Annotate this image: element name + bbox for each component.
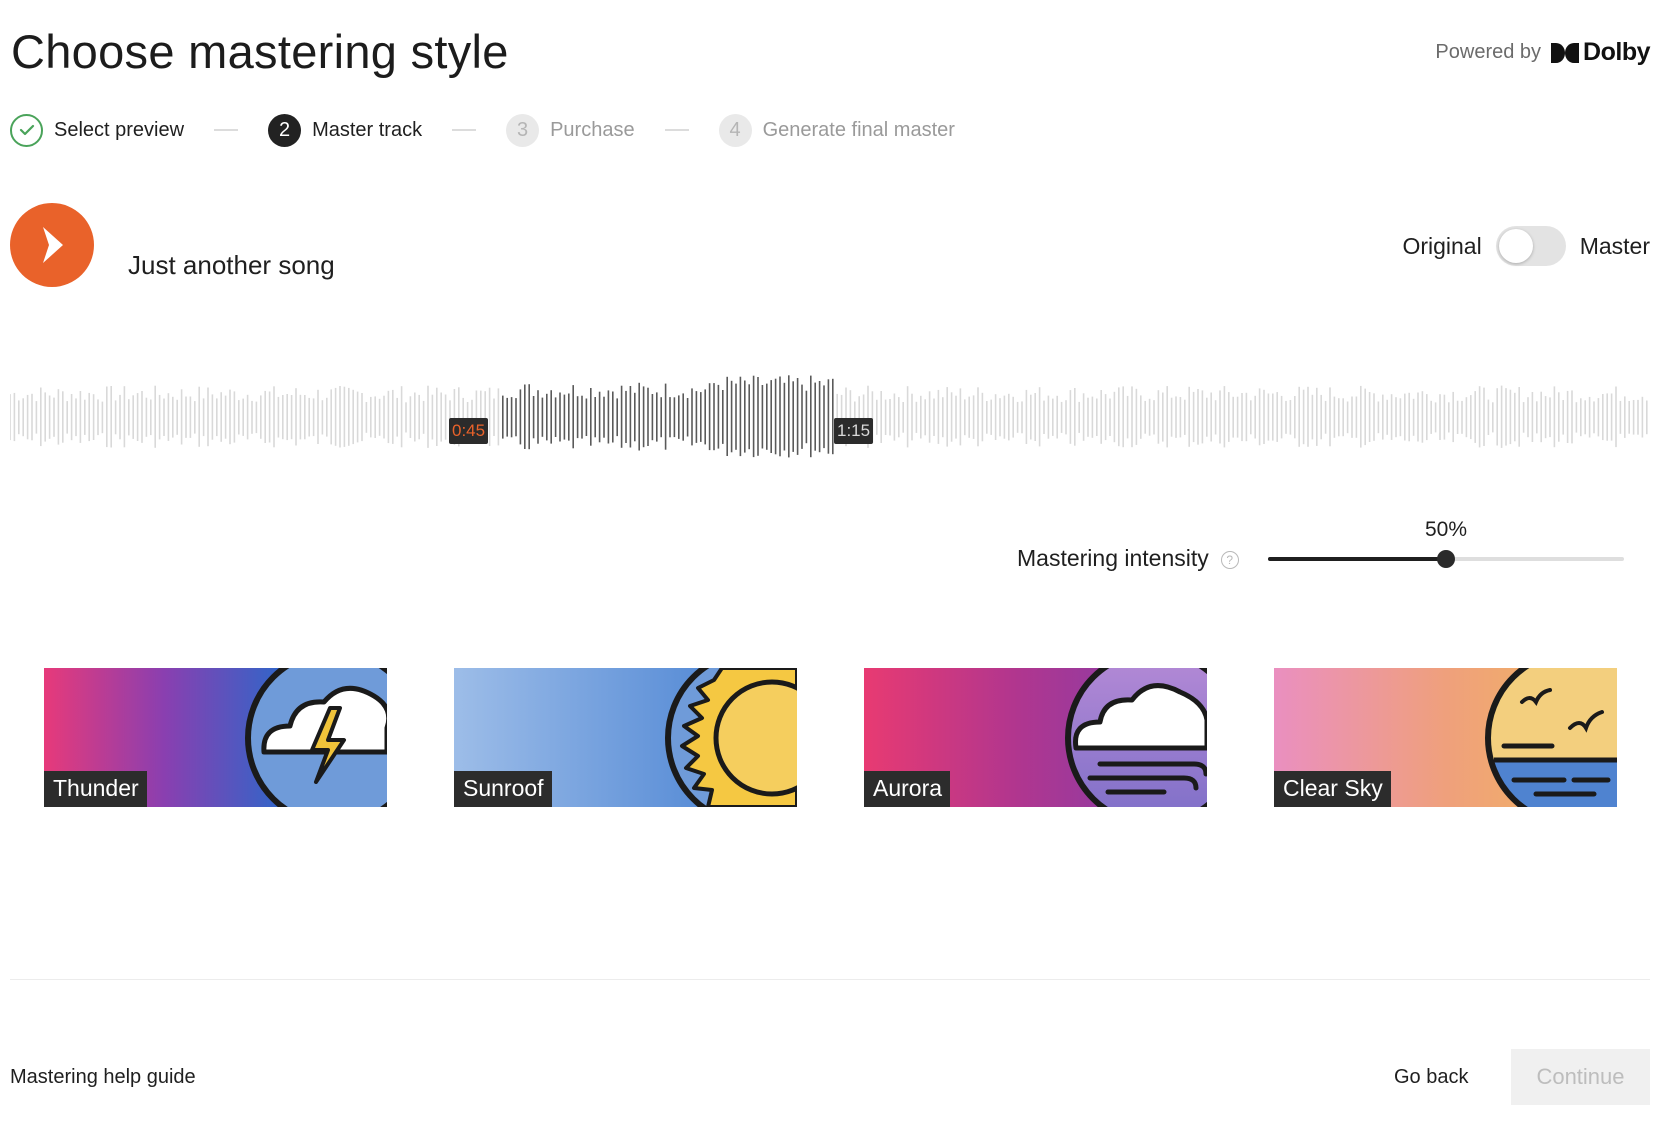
page-title: Choose mastering style <box>11 25 509 78</box>
step-label: Generate final master <box>762 118 955 141</box>
style-card-clear-sky[interactable]: Clear Sky <box>1274 668 1617 807</box>
style-label: Thunder <box>44 771 147 807</box>
play-icon <box>43 227 63 263</box>
selection-start-time[interactable]: 0:45 <box>449 418 489 444</box>
step-master-track[interactable]: 2 Master track <box>268 113 423 147</box>
dolby-logo: Dolby <box>1551 38 1650 67</box>
step-separator <box>452 129 477 131</box>
footer-divider <box>10 979 1650 980</box>
step-label: Master track <box>312 118 423 141</box>
check-icon <box>10 113 43 147</box>
intensity-label-group: Mastering intensity ? <box>1017 545 1239 572</box>
powered-by: Powered by Dolby <box>1435 38 1650 67</box>
step-number: 3 <box>506 113 540 147</box>
step-purchase: 3 Purchase <box>506 113 635 147</box>
help-guide-link[interactable]: Mastering help guide <box>10 1066 196 1089</box>
play-button[interactable] <box>10 203 94 287</box>
style-card-sunroof[interactable]: Sunroof <box>454 668 797 807</box>
step-label: Purchase <box>550 118 635 141</box>
style-card-aurora[interactable]: Aurora <box>864 668 1207 807</box>
original-master-toggle[interactable] <box>1495 226 1566 266</box>
toggle-label-master: Master <box>1579 232 1650 259</box>
intensity-slider[interactable] <box>1268 547 1624 571</box>
step-separator <box>664 129 689 131</box>
waveform[interactable] <box>10 358 1650 478</box>
original-master-toggle-group: Original Master <box>1402 226 1650 266</box>
step-separator <box>214 129 239 131</box>
mastering-styles: Thunder Sunroof Aurora Clear Sky <box>44 668 1617 807</box>
style-card-thunder[interactable]: Thunder <box>44 668 387 807</box>
go-back-button[interactable]: Go back <box>1394 1066 1468 1089</box>
style-label: Sunroof <box>454 771 552 807</box>
intensity-value: 50% <box>1425 518 1468 541</box>
powered-by-text: Powered by <box>1435 41 1542 63</box>
song-title: Just another song <box>128 250 335 280</box>
slider-fill <box>1268 557 1446 561</box>
step-generate-final-master: 4 Generate final master <box>718 113 955 147</box>
style-label: Clear Sky <box>1274 771 1391 807</box>
step-label: Select preview <box>54 118 185 141</box>
step-number: 2 <box>268 113 302 147</box>
toggle-label-original: Original <box>1402 232 1482 259</box>
style-label: Aurora <box>864 771 951 807</box>
step-select-preview[interactable]: Select preview <box>10 113 185 147</box>
slider-thumb[interactable] <box>1437 550 1455 568</box>
dolby-mark-icon <box>1551 42 1580 63</box>
stepper: Select preview 2 Master track 3 Purchase… <box>10 112 955 148</box>
dolby-wordmark: Dolby <box>1583 38 1650 66</box>
step-number: 4 <box>718 113 752 147</box>
help-icon[interactable]: ? <box>1220 551 1239 569</box>
continue-button[interactable]: Continue <box>1511 1049 1650 1105</box>
toggle-knob <box>1498 229 1533 263</box>
intensity-label: Mastering intensity <box>1017 545 1209 571</box>
selection-end-time[interactable]: 1:15 <box>834 418 874 444</box>
